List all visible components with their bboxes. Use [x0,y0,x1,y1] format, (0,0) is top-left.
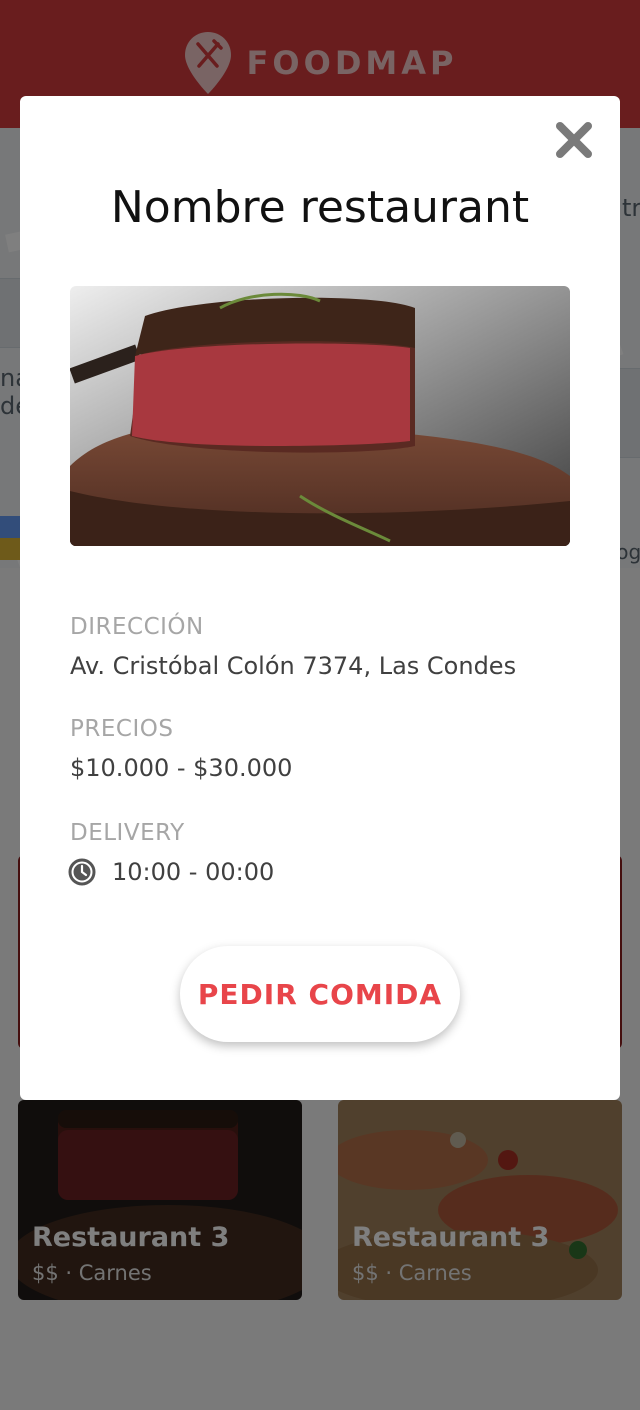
prices-value: $10.000 - $30.000 [70,754,293,782]
address-value: Av. Cristóbal Colón 7374, Las Condes [70,652,517,680]
close-icon[interactable] [554,120,594,160]
restaurant-name: Nombre restaurant [110,182,530,233]
delivery-label: DELIVERY [70,820,185,846]
address-label: DIRECCIÓN [70,614,204,640]
restaurant-photo [70,286,570,546]
restaurant-detail-modal: Nombre restaurant DIRECCIÓN Av. Cristóba… [20,96,620,1100]
steak-photo [70,286,570,546]
clock-icon [68,858,96,886]
delivery-hours: 10:00 - 00:00 [112,858,275,886]
order-food-button[interactable]: PEDIR COMIDA [180,946,460,1042]
prices-label: PRECIOS [70,716,174,742]
